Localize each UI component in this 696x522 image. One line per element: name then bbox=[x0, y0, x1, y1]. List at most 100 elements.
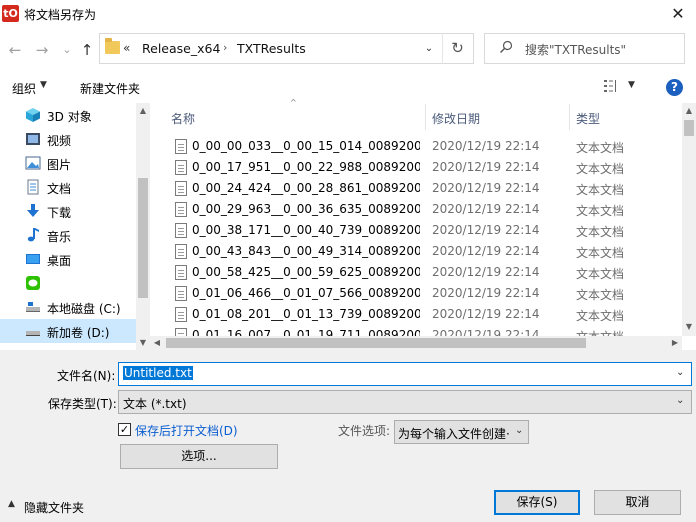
file-name: 0_00_17_951__0_00_22_988_00892000... bbox=[192, 160, 420, 174]
back-button[interactable]: ← bbox=[4, 40, 26, 60]
sidebar-item-label: 3D 对象 bbox=[47, 110, 92, 124]
text-file-icon bbox=[175, 265, 187, 280]
sidebar-item-drive-c[interactable]: 本地磁盘 (C:) bbox=[0, 295, 136, 319]
file-date: 2020/12/19 22:14 bbox=[432, 202, 540, 216]
text-file-icon bbox=[175, 244, 187, 259]
filetype-value[interactable]: 文本 (*.txt) bbox=[123, 395, 187, 412]
chevron-down-icon[interactable]: ⌄ bbox=[515, 425, 523, 436]
column-header-date[interactable]: 修改日期 bbox=[432, 110, 480, 127]
drive-icon bbox=[26, 302, 40, 312]
table-row[interactable]: 0_01_08_201__0_01_13_739_00892000... 202… bbox=[150, 304, 682, 325]
file-date: 2020/12/19 22:14 bbox=[432, 328, 540, 336]
window-title: 将文档另存为 bbox=[24, 8, 97, 22]
file-name: 0_00_29_963__0_00_36_635_00892000... bbox=[192, 202, 420, 216]
table-row[interactable]: 0_00_00_033__0_00_15_014_00892000... 202… bbox=[150, 136, 682, 157]
sidebar-item-videos[interactable]: 视频 bbox=[0, 127, 136, 151]
file-type: 文本文档 bbox=[576, 309, 625, 323]
chevron-down-icon[interactable]: ⌄ bbox=[676, 367, 684, 378]
scroll-right-arrow-icon[interactable]: ▶ bbox=[668, 336, 682, 350]
forward-button[interactable]: → bbox=[31, 40, 53, 60]
scroll-down-arrow-icon[interactable]: ▼ bbox=[136, 336, 150, 350]
music-icon bbox=[27, 228, 39, 242]
file-list-vertical-scrollbar[interactable] bbox=[682, 103, 696, 336]
table-row[interactable]: 0_00_17_951__0_00_22_988_00892000... 202… bbox=[150, 157, 682, 178]
table-row[interactable]: 0_00_29_963__0_00_36_635_00892000... 202… bbox=[150, 199, 682, 220]
filename-value[interactable]: Untitled.txt bbox=[123, 366, 193, 380]
sidebar-item-pictures[interactable]: 图片 bbox=[0, 151, 136, 175]
view-options-icon[interactable] bbox=[603, 79, 621, 93]
refresh-button[interactable]: ↻ bbox=[442, 33, 472, 64]
chevron-down-icon[interactable]: ⌄ bbox=[676, 395, 684, 406]
sidebar-item-label: 音乐 bbox=[47, 230, 72, 244]
up-folder-button[interactable]: ↑ bbox=[76, 40, 98, 60]
open-after-save-checkbox[interactable]: ✓ bbox=[118, 423, 131, 436]
navigation-pane: 3D 对象 视频 图片 文档 下载 音乐 桌面 本地磁盘 (C:) 新加卷 (D… bbox=[0, 103, 150, 350]
column-header-type[interactable]: 类型 bbox=[576, 110, 600, 127]
file-date: 2020/12/19 22:14 bbox=[432, 160, 540, 174]
sidebar-item-documents[interactable]: 文档 bbox=[0, 175, 136, 199]
sidebar-item-label: 图片 bbox=[47, 158, 72, 172]
column-divider[interactable] bbox=[569, 104, 570, 130]
title-bar bbox=[0, 0, 696, 28]
scroll-left-arrow-icon[interactable]: ◀ bbox=[150, 336, 164, 350]
nav-scrollbar-thumb[interactable] bbox=[138, 178, 148, 298]
sidebar-item-label: 新加卷 (D:) bbox=[47, 326, 110, 340]
sidebar-item-desktop[interactable]: 桌面 bbox=[0, 247, 136, 271]
sort-arrow-icon: ^ bbox=[290, 98, 297, 107]
sidebar-item-label: 下载 bbox=[47, 206, 72, 220]
sidebar-item-3d-objects[interactable]: 3D 对象 bbox=[0, 103, 136, 127]
download-icon bbox=[27, 204, 39, 217]
table-row[interactable]: 0_01_16_007__0_01_19_711_00892000... 202… bbox=[150, 325, 682, 336]
chevron-down-icon[interactable]: ▼ bbox=[40, 80, 47, 90]
horizontal-scrollbar-thumb[interactable] bbox=[166, 338, 586, 348]
scroll-up-arrow-icon[interactable]: ▲ bbox=[136, 104, 150, 118]
column-divider[interactable] bbox=[425, 104, 426, 130]
file-type: 文本文档 bbox=[576, 162, 625, 176]
scroll-down-arrow-icon[interactable]: ▼ bbox=[682, 320, 696, 334]
table-row[interactable]: 0_00_38_171__0_00_40_739_00892000... 202… bbox=[150, 220, 682, 241]
save-button[interactable]: 保存(S) bbox=[494, 490, 580, 515]
scroll-up-arrow-icon[interactable]: ▲ bbox=[682, 104, 696, 118]
help-icon[interactable]: ? bbox=[666, 79, 683, 96]
sidebar-item-label: 视频 bbox=[47, 134, 72, 148]
address-dropdown[interactable]: ⌄ bbox=[419, 33, 439, 64]
organize-button[interactable]: 组织 bbox=[12, 80, 36, 97]
sidebar-item-drive-d[interactable]: 新加卷 (D:) bbox=[0, 319, 136, 343]
file-options-label: 文件选项: bbox=[338, 424, 391, 438]
text-file-icon bbox=[175, 307, 187, 322]
breadcrumb-txtresults[interactable]: TXTResults bbox=[237, 41, 306, 56]
file-type: 文本文档 bbox=[576, 267, 625, 281]
open-after-save-label[interactable]: 保存后打开文档(D) bbox=[135, 422, 238, 439]
chevron-up-icon[interactable]: ▲ bbox=[8, 499, 15, 509]
filename-field[interactable] bbox=[118, 362, 692, 386]
breadcrumb-release-x64[interactable]: Release_x64 bbox=[142, 41, 220, 56]
recent-locations-button[interactable]: ⌄ bbox=[56, 40, 78, 60]
table-row[interactable]: 0_00_58_425__0_00_59_625_00892000... 202… bbox=[150, 262, 682, 283]
breadcrumb-overflow[interactable]: « bbox=[123, 41, 130, 55]
sidebar-item-music[interactable]: 音乐 bbox=[0, 223, 136, 247]
table-row[interactable]: 0_00_43_843__0_00_49_314_00892000... 202… bbox=[150, 241, 682, 262]
close-button[interactable]: ✕ bbox=[660, 0, 696, 28]
vertical-scrollbar-thumb[interactable] bbox=[684, 120, 694, 136]
hide-folders-button[interactable]: 隐藏文件夹 bbox=[24, 499, 84, 516]
text-file-icon bbox=[175, 328, 187, 336]
sidebar-item-wechat[interactable] bbox=[0, 271, 136, 295]
text-file-icon bbox=[175, 202, 187, 217]
new-folder-button[interactable]: 新建文件夹 bbox=[80, 80, 140, 97]
file-name: 0_00_38_171__0_00_40_739_00892000... bbox=[192, 223, 420, 237]
text-file-icon bbox=[175, 160, 187, 175]
filetype-label: 保存类型(T): bbox=[48, 397, 117, 411]
chevron-down-icon[interactable]: ▼ bbox=[628, 80, 635, 90]
cube-3d-icon bbox=[26, 108, 40, 122]
sidebar-item-label: 文档 bbox=[47, 182, 72, 196]
file-options-value[interactable]: 为每个输入文件创建· bbox=[398, 425, 510, 442]
table-row[interactable]: 0_00_24_424__0_00_28_861_00892000... 202… bbox=[150, 178, 682, 199]
cancel-button[interactable]: 取消 bbox=[594, 490, 681, 515]
options-button[interactable]: 选项... bbox=[120, 444, 278, 469]
table-row[interactable]: 0_01_06_466__0_01_07_566_00892000... 202… bbox=[150, 283, 682, 304]
sidebar-item-downloads[interactable]: 下载 bbox=[0, 199, 136, 223]
breadcrumb-separator[interactable]: › bbox=[223, 41, 227, 54]
column-header-name[interactable]: 名称 bbox=[171, 110, 195, 127]
app-icon: tO bbox=[2, 5, 19, 22]
filetype-select[interactable] bbox=[118, 390, 692, 414]
